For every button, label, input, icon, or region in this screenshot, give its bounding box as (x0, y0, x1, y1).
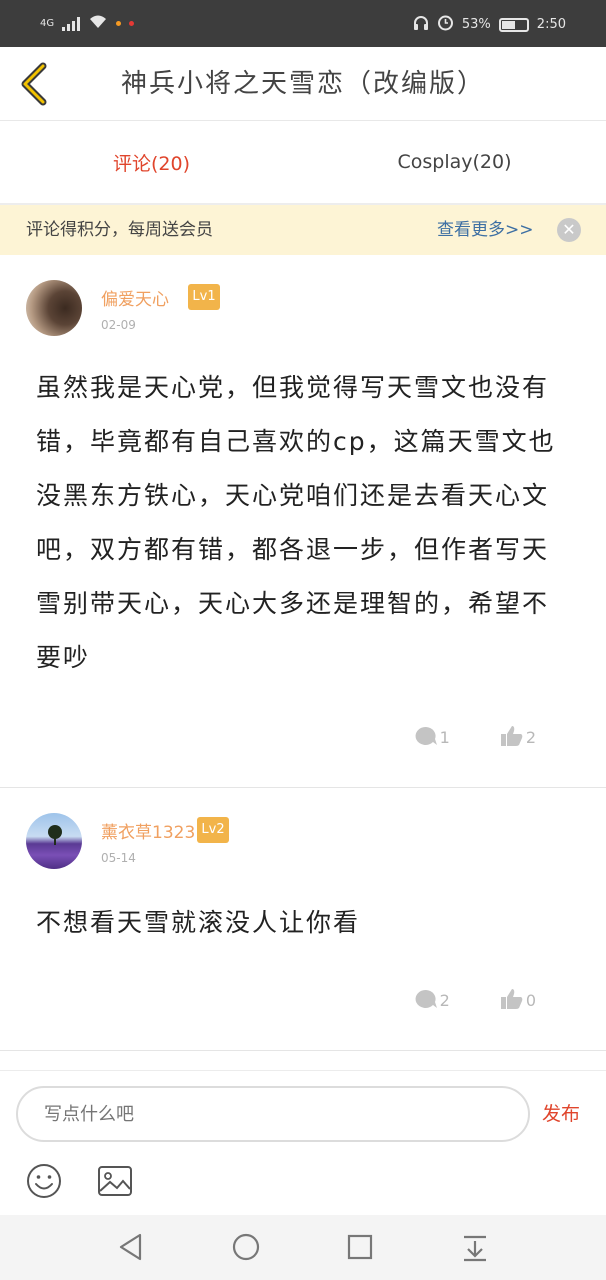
comment-item: 薰衣草1323 Lv2 05-14 不想看天雪就滚没人让你看 2 0 (0, 788, 606, 1051)
publish-button[interactable]: 发布 (542, 1099, 580, 1126)
triangle-back-icon (119, 1233, 142, 1261)
emoji-button[interactable] (26, 1163, 62, 1199)
nav-recents-button[interactable] (345, 1232, 375, 1262)
comment-text: 虽然我是天心党，但我觉得写天雪文也没有错，毕竟都有自己喜欢的cp，这篇天雪文也没… (36, 373, 556, 672)
thumbs-up-icon (500, 726, 523, 746)
chevron-left-icon (21, 62, 47, 106)
level-badge: Lv2 (197, 817, 229, 843)
back-button[interactable] (14, 61, 54, 107)
system-nav-bar (0, 1215, 606, 1280)
level-badge: Lv1 (188, 284, 220, 310)
comment-bubble-icon (415, 989, 437, 1008)
image-button[interactable] (97, 1165, 133, 1197)
headphones-icon (413, 15, 429, 35)
nav-notifications-button[interactable] (460, 1232, 490, 1262)
tab-bar: 评论(20) Cosplay(20) (0, 121, 606, 205)
comment-actions: 1 2 (414, 725, 536, 747)
like-button[interactable]: 0 (500, 988, 536, 1010)
close-icon: ✕ (562, 220, 576, 239)
close-notice-button[interactable]: ✕ (557, 218, 581, 242)
comment-date: 05-14 (101, 851, 136, 865)
smiley-icon (27, 1164, 61, 1198)
notice-text: 评论得积分，每周送会员 (26, 220, 213, 240)
status-bar: 4G 53% 2:50 (0, 0, 606, 47)
alarm-icon (437, 14, 454, 35)
nav-back-button[interactable] (116, 1232, 146, 1262)
tree-trunk-shape (54, 837, 56, 845)
reply-count: 2 (439, 991, 450, 1010)
network-type: 4G (40, 18, 55, 29)
like-count: 0 (525, 991, 536, 1010)
nav-home-button[interactable] (231, 1232, 261, 1262)
tab-comments[interactable]: 评论(20) (0, 121, 303, 203)
pull-down-icon (464, 1235, 486, 1262)
comment-actions: 2 0 (414, 988, 536, 1010)
like-count: 2 (525, 728, 536, 747)
comment-username[interactable]: 薰衣草1323 (101, 818, 195, 843)
signal-icon (62, 16, 81, 31)
avatar[interactable] (26, 813, 82, 869)
title-bar: 神兵小将之天雪恋（改编版） (0, 47, 606, 121)
circle-home-icon (232, 1233, 260, 1261)
comment-date: 02-09 (101, 318, 136, 332)
comment-input[interactable] (16, 1086, 530, 1142)
notice-banner: 评论得积分，每周送会员 查看更多>> ✕ (0, 205, 606, 255)
page-title: 神兵小将之天雪恋（改编版） (120, 69, 485, 99)
tab-cosplay[interactable]: Cosplay(20) (303, 121, 606, 203)
wifi-icon (88, 14, 108, 33)
comment-text: 不想看天雪就滚没人让你看 (36, 908, 361, 937)
notification-dot-icon (116, 21, 122, 26)
clock: 2:50 (536, 17, 566, 32)
comment-username[interactable]: 偏爱天心 (101, 285, 169, 310)
see-more-link[interactable]: 查看更多>> (437, 205, 534, 255)
battery-icon (498, 17, 529, 32)
thumbs-up-icon (500, 989, 523, 1009)
avatar[interactable] (26, 280, 82, 336)
reply-button[interactable]: 1 (414, 725, 450, 747)
like-button[interactable]: 2 (500, 725, 536, 747)
comment-bubble-icon (415, 726, 437, 745)
image-icon (98, 1166, 132, 1196)
reply-count: 1 (439, 728, 450, 747)
comment-item: 偏爱天心 Lv1 02-09 虽然我是天心党，但我觉得写天雪文也没有错，毕竟都有… (0, 255, 606, 788)
notification-dot-icon (129, 21, 135, 26)
reply-button[interactable]: 2 (414, 988, 450, 1010)
comment-input-bar: 发布 (0, 1070, 606, 1215)
battery-percent: 53% (461, 17, 491, 32)
square-recents-icon (347, 1234, 373, 1260)
